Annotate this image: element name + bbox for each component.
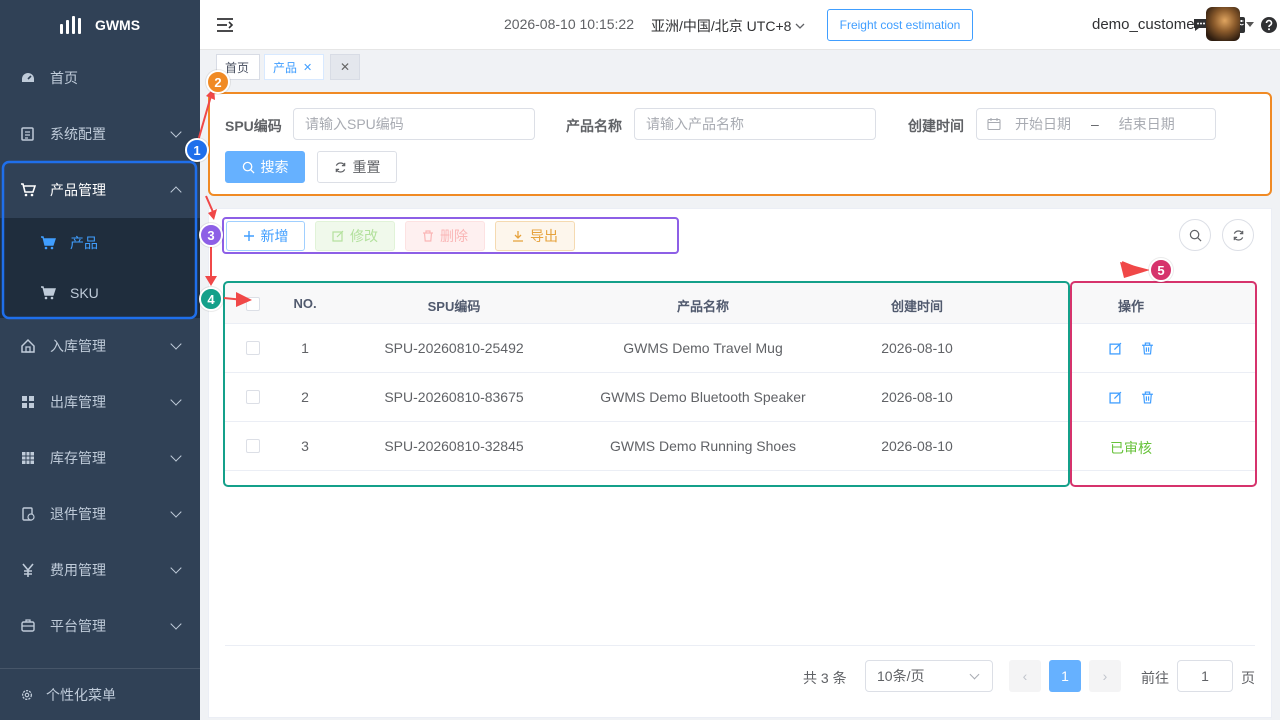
gear-icon — [20, 688, 34, 702]
home-inbound-icon — [20, 338, 36, 354]
logo: GWMS — [0, 0, 200, 50]
current-datetime: 2026-08-10 10:15:22 — [504, 16, 634, 32]
sidebar-item-product-mgmt[interactable]: 产品管理 — [0, 162, 200, 218]
chevron-down-icon — [170, 338, 182, 350]
timezone-select[interactable]: 亚洲/中国/北京 UTC+8 — [651, 16, 805, 36]
reset-button[interactable]: 重置 — [317, 151, 397, 183]
system-config-icon — [20, 126, 36, 142]
goto-label: 前往 — [1141, 670, 1169, 686]
grid-outbound-icon — [20, 394, 36, 410]
search-button[interactable]: 搜索 — [225, 151, 305, 183]
chevron-down-icon — [170, 394, 182, 406]
annotation-box-toolbar — [222, 217, 679, 254]
annotation-badge-5: 5 — [1149, 258, 1173, 282]
chevron-down-icon — [969, 669, 980, 680]
sidebar-item-inventory[interactable]: 库存管理 — [0, 430, 200, 486]
sidebar-item-system-config[interactable]: 系统配置 — [0, 106, 200, 162]
caret-down-icon[interactable] — [1246, 22, 1254, 27]
date-range-picker[interactable]: 开始日期 – 结束日期 — [976, 108, 1216, 140]
prev-page-button[interactable]: ‹ — [1009, 660, 1041, 692]
next-page-button[interactable]: › — [1089, 660, 1121, 692]
tags-view: 首页 产品 ✕ ✕ — [200, 50, 1280, 84]
product-name-label: 产品名称 — [566, 118, 622, 134]
hamburger-icon[interactable] — [216, 16, 234, 34]
search-form: SPU编码 产品名称 创建时间 开始日期 – 结束日期 搜索 重置 — [208, 92, 1272, 196]
yen-icon — [20, 562, 36, 578]
refresh-icon — [335, 161, 345, 173]
dashboard-icon — [20, 70, 36, 86]
refresh-icon — [1233, 229, 1243, 241]
cart-icon — [40, 235, 56, 251]
sidebar-item-home[interactable]: 首页 — [0, 50, 200, 106]
sidebar-item-outbound[interactable]: 出库管理 — [0, 374, 200, 430]
chevron-up-icon — [170, 186, 182, 198]
chevron-down-icon — [170, 126, 182, 138]
annotation-badge-3: 3 — [199, 223, 223, 247]
chevron-down-icon — [170, 506, 182, 518]
start-date[interactable]: 开始日期 — [1015, 114, 1071, 134]
cart-icon — [40, 285, 56, 301]
sidebar-item-inbound[interactable]: 入库管理 — [0, 318, 200, 374]
calendar-icon — [987, 118, 1001, 131]
end-date[interactable]: 结束日期 — [1119, 114, 1175, 134]
brand-name: GWMS — [94, 17, 141, 33]
toggle-search-button[interactable] — [1179, 219, 1211, 251]
annotation-badge-1: 1 — [185, 138, 209, 162]
annotation-box-ops — [1070, 281, 1257, 487]
help-icon[interactable] — [1259, 15, 1279, 35]
sidebar: GWMS 首页 系统配置 产品管理 产品 SKU 入库管理 出库管理 库存管理 … — [0, 0, 200, 720]
created-time-label: 创建时间 — [908, 118, 964, 134]
annotation-box-table — [223, 281, 1070, 487]
chevron-down-icon — [795, 23, 805, 29]
sidebar-item-sku[interactable]: SKU — [0, 268, 200, 318]
sidebar-item-platform[interactable]: 平台管理 — [0, 598, 200, 654]
annotation-badge-2: 2 — [206, 70, 230, 94]
page-1-button[interactable]: 1 — [1049, 660, 1081, 692]
chevron-down-icon — [170, 562, 182, 574]
product-name-input[interactable] — [634, 108, 876, 140]
spu-label: SPU编码 — [225, 118, 282, 134]
personalize-menu[interactable]: 个性化菜单 — [0, 668, 200, 720]
close-icon: ✕ — [339, 60, 351, 74]
cart-icon — [20, 182, 36, 198]
avatar[interactable] — [1206, 7, 1240, 41]
returns-icon — [20, 506, 36, 522]
table-inventory-icon — [20, 450, 36, 466]
logo-icon — [59, 16, 81, 34]
chevron-down-icon — [170, 618, 182, 630]
top-header: 2026-08-10 10:15:22 亚洲/中国/北京 UTC+8 Freig… — [200, 0, 1280, 50]
range-separator: – — [1091, 116, 1099, 132]
close-all-tags-button[interactable]: ✕ — [330, 54, 360, 80]
spu-input[interactable] — [293, 108, 535, 140]
page-size-select[interactable]: 10条/页 — [865, 660, 993, 692]
username[interactable]: demo_customer — [1092, 16, 1200, 33]
sidebar-item-product[interactable]: 产品 — [0, 218, 200, 268]
goto-page-input[interactable] — [1177, 660, 1233, 692]
sidebar-item-fees[interactable]: 费用管理 — [0, 542, 200, 598]
annotation-badge-4: 4 — [199, 287, 223, 311]
tag-product[interactable]: 产品 ✕ — [264, 54, 324, 80]
platform-icon — [20, 618, 36, 634]
sidebar-item-returns[interactable]: 退件管理 — [0, 486, 200, 542]
total-count: 共 3 条 — [803, 670, 847, 686]
product-sub-menu: 产品 SKU — [0, 218, 200, 318]
close-icon[interactable]: ✕ — [303, 61, 312, 74]
search-icon — [242, 161, 255, 174]
refresh-button[interactable] — [1222, 219, 1254, 251]
search-icon — [1189, 229, 1201, 241]
chevron-down-icon — [170, 450, 182, 462]
freight-cost-button[interactable]: Freight cost estimation — [827, 9, 973, 41]
page-suffix: 页 — [1241, 670, 1255, 686]
pager-divider — [225, 645, 1255, 646]
